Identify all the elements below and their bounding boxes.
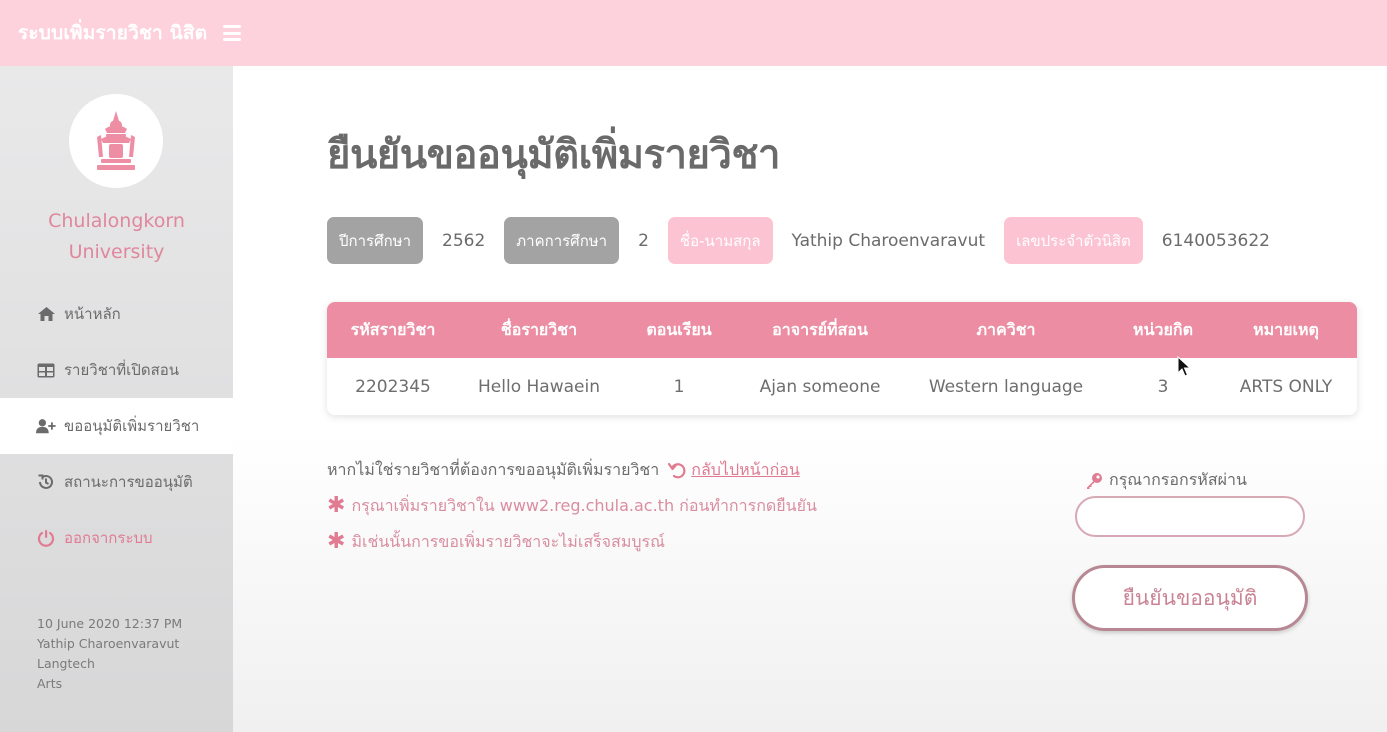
cell-course-name: Hello Hawaein: [478, 376, 600, 397]
power-icon: [36, 529, 56, 547]
warning-text-1: กรุณาเพิ่มรายวิชาใน www2.reg.chula.ac.th…: [351, 495, 817, 515]
key-icon: [1085, 472, 1103, 490]
year-badge: ปีการศึกษา: [327, 217, 423, 264]
session-faculty: Arts: [37, 676, 63, 691]
year-value: 2562: [442, 230, 486, 251]
password-label: กรุณากรอกรหัสผ่าน: [1085, 468, 1247, 493]
session-user-name: Yathip Charoenvaravut: [37, 636, 180, 651]
table-row: 2202345 Hello Hawaein 1 Ajan someone Wes…: [327, 358, 1357, 415]
student-info-row: ปีการศึกษา 2562 ภาคการศึกษา 2 ชื่อ-นามสก…: [327, 217, 1289, 264]
session-info: 10 June 2020 12:37 PM Yathip Charoenvara…: [37, 614, 182, 694]
header-department: ภาควิชา: [976, 319, 1036, 339]
hamburger-icon[interactable]: [223, 25, 242, 41]
user-plus-icon: [36, 417, 56, 435]
password-input[interactable]: [1075, 496, 1305, 537]
main-content: ยืนยันขออนุมัติเพิ่มรายวิชา ปีการศึกษา 2…: [233, 66, 1387, 732]
header-remark: หมายเหตุ: [1253, 319, 1319, 339]
student-id-badge: เลขประจำตัวนิสิต: [1004, 217, 1143, 264]
asterisk-icon: ✱: [327, 529, 346, 554]
top-bar: ระบบเพิ่มรายวิชา นิสิต: [0, 0, 1387, 66]
confirm-request-button[interactable]: ยืนยันขออนุมัติ: [1072, 565, 1308, 631]
university-name: Chulalongkorn University: [48, 210, 185, 263]
asterisk-icon: ✱: [327, 493, 346, 518]
table-header: รหัสรายวิชา ชื่อรายวิชา ตอนเรียน อาจารย์…: [327, 302, 1357, 358]
cell-department: Western language: [928, 376, 1084, 397]
sidebar-item-logout[interactable]: ออกจากระบบ: [0, 510, 233, 566]
cell-credits: 3: [1157, 376, 1169, 397]
cell-course-code: 2202345: [355, 376, 431, 397]
sidebar: Chulalongkorn University หน้าหลัก รายวิช…: [0, 66, 233, 732]
name-value: Yathip Charoenvaravut: [791, 230, 986, 251]
cell-remark: ARTS ONLY: [1239, 376, 1333, 397]
cell-section: 1: [673, 376, 685, 397]
session-datetime: 10 June 2020 12:37 PM: [37, 616, 183, 631]
table-icon: [36, 361, 56, 379]
warning-text-2: มิเช่นนั้นการขอเพิ่มรายวิชาจะไม่เสร็จสมบ…: [351, 531, 665, 551]
cell-instructor: Ajan someone: [759, 376, 881, 397]
header-course-code: รหัสรายวิชา: [350, 319, 436, 339]
phra-kiao-emblem-icon: [97, 111, 135, 170]
header-credits: หน่วยกิต: [1133, 319, 1193, 339]
sidebar-item-request-add[interactable]: ขออนุมัติเพิ่มรายวิชา: [0, 398, 233, 454]
semester-badge: ภาคการศึกษา: [504, 217, 620, 264]
student-id-value: 6140053622: [1161, 230, 1270, 251]
undo-icon: [667, 461, 687, 479]
header-course-name: ชื่อรายวิชา: [500, 319, 578, 339]
sidebar-nav: หน้าหลัก รายวิชาที่เปิดสอน ขออนุมัติเพิ่…: [0, 286, 233, 566]
app-title: ระบบเพิ่มรายวิชา นิสิต: [18, 22, 208, 44]
course-table: รหัสรายวิชา ชื่อรายวิชา ตอนเรียน อาจารย์…: [327, 302, 1357, 415]
back-link[interactable]: กลับไปหน้าก่อน: [667, 458, 800, 483]
page-title: ยืนยันขออนุมัติเพิ่มรายวิชา: [327, 132, 781, 178]
sidebar-item-home[interactable]: หน้าหลัก: [0, 286, 233, 342]
session-program: Langtech: [37, 656, 95, 671]
history-icon: [36, 473, 56, 491]
semester-value: 2: [638, 230, 649, 251]
not-this-course-text: หากไม่ใช่รายวิชาที่ต้องการขออนุมัติเพิ่ม…: [327, 459, 660, 479]
notes-section: หากไม่ใช่รายวิชาที่ต้องการขออนุมัติเพิ่ม…: [327, 452, 817, 560]
name-badge: ชื่อ-นามสกุล: [667, 217, 773, 264]
sidebar-item-courses[interactable]: รายวิชาที่เปิดสอน: [0, 342, 233, 398]
mouse-cursor-icon: [1177, 355, 1192, 382]
university-logo: [69, 94, 163, 188]
sidebar-item-status[interactable]: สถานะการขออนุมัติ: [0, 454, 233, 510]
header-section: ตอนเรียน: [646, 319, 712, 339]
header-instructor: อาจารย์ที่สอน: [772, 319, 868, 339]
home-icon: [36, 305, 56, 323]
